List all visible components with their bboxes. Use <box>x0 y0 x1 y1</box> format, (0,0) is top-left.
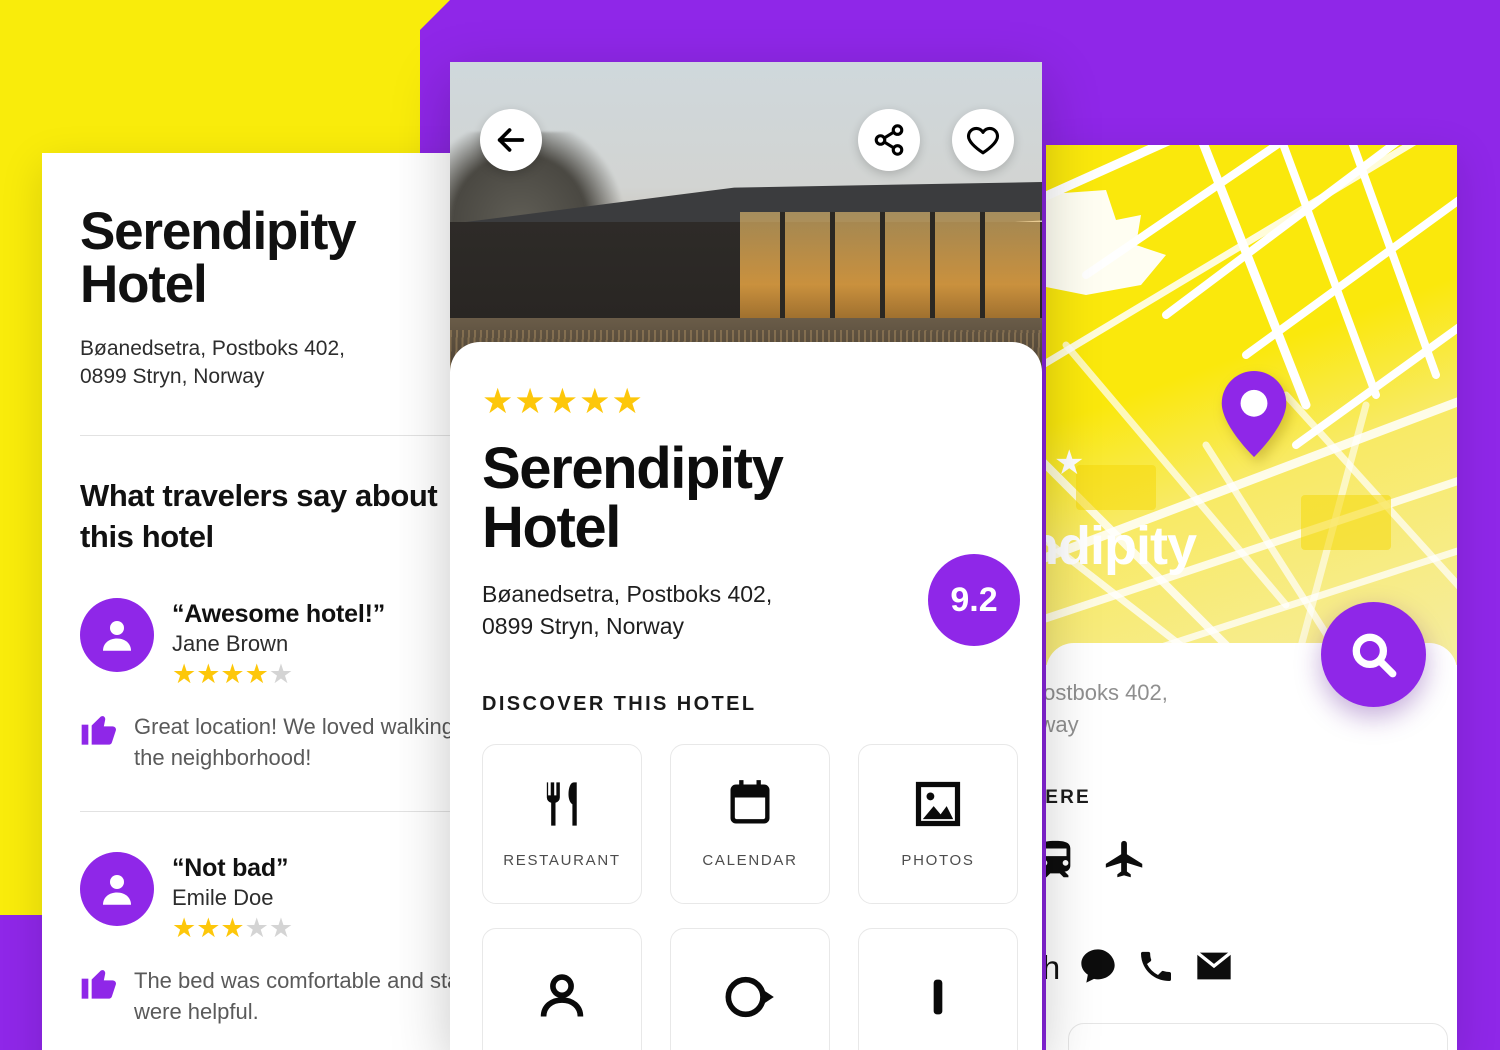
review-meta: “Awesome hotel!” Jane Brown ★★★★★ <box>172 598 385 688</box>
person-icon <box>540 974 584 1017</box>
map-label: ndipity <box>1046 516 1197 576</box>
hotel-title: Serendipity Hotel <box>482 436 784 561</box>
thumbs-up-icon <box>80 708 120 753</box>
plane-icon[interactable] <box>1102 837 1148 888</box>
transport-icons <box>1046 837 1457 888</box>
get-in-touch-row: uch <box>1046 946 1457 991</box>
discover-tile-grid: RESTAURANT CALENDAR PHOTOS <box>482 743 1018 1050</box>
chat-icon[interactable] <box>1078 946 1118 991</box>
hotel-address: Bøanedsetra, Postboks 402, 0899 Stryn, N… <box>482 581 773 640</box>
tile-video[interactable] <box>670 927 830 1050</box>
person-icon <box>103 874 131 905</box>
right-panel-card[interactable] <box>1068 1023 1448 1050</box>
review-text: The bed was comfortable and staff were h… <box>134 967 471 1025</box>
share-icon <box>874 124 904 156</box>
tile-photos[interactable]: PHOTOS <box>858 743 1018 904</box>
review-meta: “Not bad” Emile Doe ★★★★★ <box>172 852 293 942</box>
map-panel: ★ ndipity n, Postboks 402, Norway T HERE… <box>1046 145 1457 1050</box>
search-button[interactable] <box>1321 602 1426 707</box>
phone-icon[interactable] <box>1136 946 1176 991</box>
star-icon: ★ <box>1054 444 1085 482</box>
hotel-star-rating: ★★★★★ <box>482 382 644 421</box>
search-icon <box>1352 633 1396 677</box>
map-pin-icon[interactable] <box>1221 371 1287 457</box>
restaurant-icon <box>546 782 577 826</box>
back-button[interactable] <box>480 109 542 171</box>
info-icon <box>933 979 943 1015</box>
heart-icon <box>966 126 1000 155</box>
hotel-hero-image <box>450 62 1042 390</box>
tile-label: PHOTOS <box>901 852 975 870</box>
tile-label: RESTAURANT <box>503 852 621 870</box>
discover-label: DISCOVER THIS HOTEL <box>482 692 757 715</box>
review-text: Great location! We loved walking the nei… <box>134 713 454 770</box>
arrow-left-icon <box>497 128 525 152</box>
tile-restaurant[interactable]: RESTAURANT <box>482 743 642 904</box>
get-here-label: T HERE <box>1046 786 1091 808</box>
video-icon <box>725 976 774 1017</box>
get-in-touch-label: uch <box>1046 949 1060 987</box>
review-author: Emile Doe <box>172 884 274 910</box>
tile-calendar[interactable]: CALENDAR <box>670 743 830 904</box>
review-stars: ★★★★★ <box>172 912 294 943</box>
calendar-icon <box>730 780 770 824</box>
review-title: “Awesome hotel!” <box>172 599 386 628</box>
tile-info[interactable] <box>858 927 1018 1050</box>
tile-person[interactable] <box>482 927 642 1050</box>
hotel-info-sheet: ★★★★★ Serendipity Hotel Bøanedsetra, Pos… <box>450 342 1042 1050</box>
map-panel-body: n, Postboks 402, Norway T HERE uch <box>1046 643 1457 1050</box>
avatar <box>80 597 154 672</box>
mail-icon[interactable] <box>1194 946 1234 991</box>
photos-icon <box>915 782 961 827</box>
tile-label: CALENDAR <box>702 852 798 870</box>
avatar <box>80 851 154 926</box>
review-title: “Not bad” <box>172 853 289 882</box>
thumbs-up-icon <box>80 962 120 1007</box>
favorite-button[interactable] <box>952 109 1014 171</box>
review-stars: ★★★★★ <box>172 658 294 689</box>
score-badge: 9.2 <box>928 554 1020 646</box>
map-view[interactable]: ★ ndipity <box>1046 145 1457 665</box>
hotel-detail-card: ★★★★★ Serendipity Hotel Bøanedsetra, Pos… <box>450 62 1042 1050</box>
review-author: Jane Brown <box>172 630 289 656</box>
train-icon[interactable] <box>1046 837 1078 888</box>
share-button[interactable] <box>858 109 920 171</box>
person-icon <box>103 620 131 651</box>
